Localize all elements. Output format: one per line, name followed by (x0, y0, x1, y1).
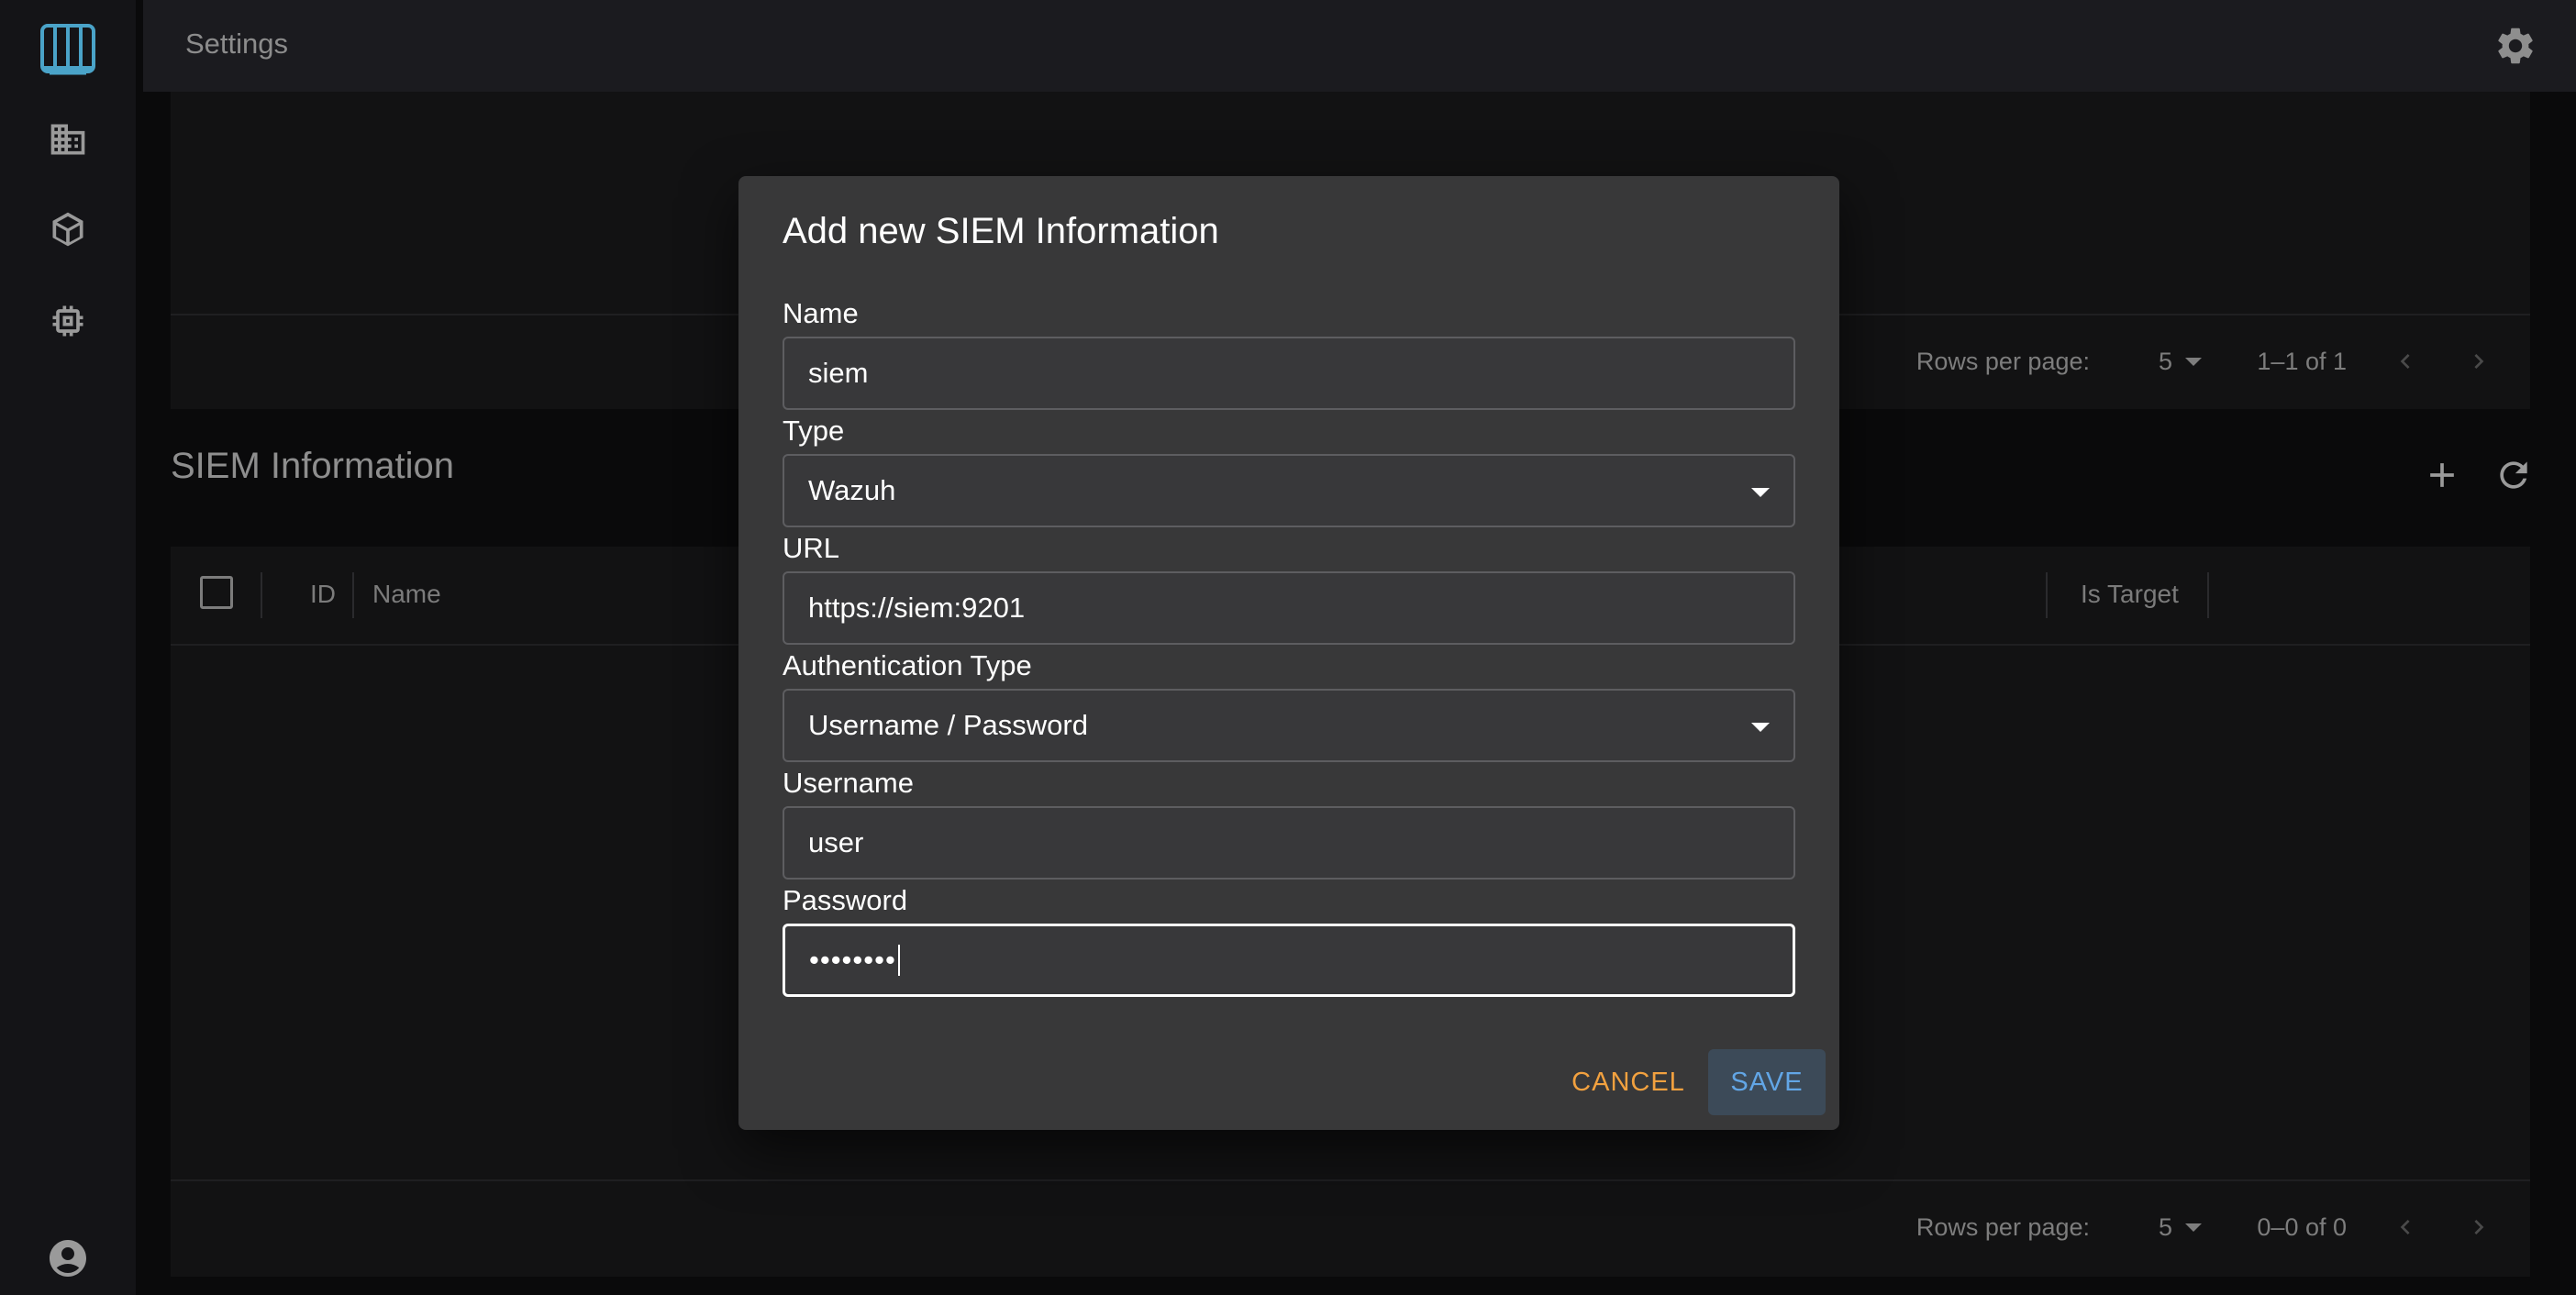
dialog-title: Add new SIEM Information (783, 211, 1219, 251)
type-label: Type (783, 415, 845, 447)
rows-per-page-select[interactable]: 5 (2159, 1213, 2172, 1242)
url-label: URL (783, 532, 840, 564)
column-header-is-target[interactable]: Is Target (2081, 580, 2179, 609)
auth-type-select-value: Username / Password (808, 709, 1088, 741)
cancel-button[interactable]: CANCEL (1555, 1049, 1702, 1115)
save-button[interactable]: SAVE (1708, 1049, 1826, 1115)
column-separator (261, 572, 262, 618)
select-all-checkbox[interactable] (200, 576, 233, 609)
pagination-range: 1–1 of 1 (2257, 347, 2347, 375)
password-label: Password (783, 884, 908, 916)
chevron-left-icon[interactable] (2391, 347, 2420, 382)
logo-icon[interactable] (35, 17, 101, 83)
refresh-icon[interactable] (2493, 455, 2534, 500)
chevron-down-icon (2185, 1223, 2202, 1232)
username-input[interactable] (783, 806, 1795, 880)
column-header-name[interactable]: Name (372, 580, 441, 609)
pagination-range: 0–0 of 0 (2257, 1212, 2347, 1241)
add-icon[interactable] (2422, 455, 2462, 500)
auth-type-select[interactable]: Username / Password (783, 689, 1795, 762)
cube-icon[interactable] (39, 200, 97, 259)
chevron-down-icon (1751, 488, 1770, 497)
auth-type-label: Authentication Type (783, 649, 1032, 681)
nav-rail (0, 0, 136, 1295)
building-icon[interactable] (39, 110, 97, 169)
page-title: Settings (185, 28, 289, 60)
gear-icon[interactable] (2493, 24, 2537, 68)
column-separator (352, 572, 354, 618)
rows-per-page-select[interactable]: 5 (2159, 348, 2172, 376)
column-header-id[interactable]: ID (310, 580, 336, 609)
url-input[interactable] (783, 571, 1795, 645)
username-label: Username (783, 767, 914, 799)
chevron-left-icon[interactable] (2391, 1212, 2420, 1248)
section-title: SIEM Information (171, 446, 455, 486)
name-input[interactable] (783, 337, 1795, 410)
chevron-down-icon (2185, 358, 2202, 366)
name-label: Name (783, 297, 859, 329)
siem-pagination: Rows per page: 5 0–0 of 0 (171, 1200, 2530, 1255)
type-select-value: Wazuh (808, 474, 896, 506)
rows-per-page-label: Rows per page: (1915, 347, 2090, 375)
chip-icon[interactable] (39, 292, 97, 350)
chevron-down-icon (1751, 723, 1770, 732)
divider (171, 1179, 2530, 1181)
column-separator (2207, 572, 2209, 618)
password-input[interactable]: •••••••• (783, 924, 1795, 997)
add-siem-dialog: Add new SIEM Information Name Type Wazuh… (738, 176, 1839, 1130)
password-masked-value: •••••••• (809, 944, 896, 976)
column-separator (2046, 572, 2048, 618)
type-select[interactable]: Wazuh (783, 454, 1795, 527)
text-cursor (897, 945, 900, 976)
rows-per-page-label: Rows per page: (1915, 1212, 2090, 1241)
account-icon[interactable] (46, 1236, 90, 1285)
chevron-right-icon[interactable] (2464, 347, 2493, 382)
app-bar: Settings (143, 0, 2576, 92)
chevron-right-icon[interactable] (2464, 1212, 2493, 1248)
